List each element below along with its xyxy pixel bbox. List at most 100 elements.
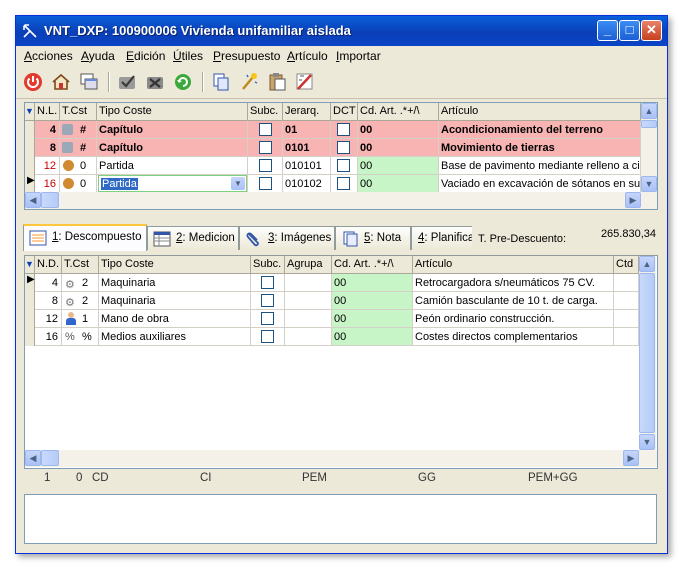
header-nl[interactable]: N.L. [35,103,60,120]
subc-checkbox[interactable] [261,276,274,289]
cell-articulo[interactable]: Base de pavimento mediante relleno a cie… [439,157,641,175]
chapters-grid[interactable]: ▼ N.L. T.Cst Tipo Coste Subc. Jerarq. DC… [24,102,658,210]
header-dct[interactable]: DCT [331,103,358,120]
subc-checkbox[interactable] [261,312,274,325]
cell-articulo[interactable]: Camión basculante de 10 t. de carga. [413,292,614,310]
tab-nota[interactable]: 5: Nota [335,226,411,250]
header-tipo-coste[interactable]: Tipo Coste [97,103,248,120]
menu-acciones[interactable]: Acciones [24,49,73,63]
refresh-icon[interactable] [172,71,194,93]
cell-articulo[interactable]: Acondicionamiento del terreno [439,121,641,139]
scroll-right-icon[interactable]: ▶ [625,192,641,208]
table-row[interactable]: 12 1 Mano de obra 00 Peón ordinario cons… [25,310,639,328]
subc-checkbox[interactable] [259,141,272,154]
menu-articulo[interactable]: Artículo [287,49,328,63]
subc-checkbox[interactable] [259,159,272,172]
cell-articulo[interactable]: Costes directos complementarios [413,328,614,346]
decomposition-grid[interactable]: ▼ N.D. T.Cst Tipo Coste Subc. Agrupa Cd.… [24,255,658,469]
header-cd-art[interactable]: Cd. Art. .*+/\ [358,103,439,120]
scroll-left-icon[interactable]: ◀ [25,450,41,466]
cell-tipo-coste[interactable]: Capítulo [97,121,248,139]
cell-tipo-coste[interactable]: Mano de obra [99,310,251,328]
header-articulo[interactable]: Artículo [439,103,641,120]
menu-utiles[interactable]: Útiles [173,49,203,63]
cell-tipo-coste[interactable]: Medios auxiliares [99,328,251,346]
cell-cd-art[interactable]: 00 [358,121,439,139]
cell-tipo-coste[interactable]: Maquinaria [99,292,251,310]
paste-icon[interactable] [266,71,288,93]
cell-cd-art[interactable]: 00 [358,139,439,157]
cell-articulo[interactable]: Movimiento de tierras [439,139,641,157]
dct-checkbox[interactable] [337,123,350,136]
close-button[interactable]: ✕ [641,20,662,41]
cell-cd-art[interactable]: 00 [358,157,439,175]
tab-planifica[interactable]: 4: Planifica [411,226,475,250]
tab-descompuesto[interactable]: 1: Descompuesto [23,224,147,251]
approve-icon[interactable] [116,71,138,93]
dct-checkbox[interactable] [337,141,350,154]
cell-tipo-coste[interactable]: Capítulo [97,139,248,157]
tab-imagenes[interactable]: 3: Imágenes [239,226,335,250]
minimize-button[interactable]: _ [597,20,618,41]
sort-arrow-icon[interactable]: ▼ [25,103,35,120]
cell-tipo-coste[interactable]: Maquinaria [99,274,251,292]
subc-checkbox[interactable] [261,330,274,343]
cell-cd-art[interactable]: 00 [332,310,413,328]
header-subc[interactable]: Subc. [248,103,283,120]
header-jerarq[interactable]: Jerarq. [283,103,331,120]
notes-area[interactable] [24,494,657,544]
vertical-scrollbar[interactable]: ▲ ▼ [639,256,656,450]
subc-checkbox[interactable] [261,294,274,307]
header-subc[interactable]: Subc. [251,256,285,273]
dct-checkbox[interactable] [337,177,350,190]
scroll-left-icon[interactable]: ◀ [25,192,41,208]
menu-presupuesto[interactable]: Presupuesto [213,49,280,63]
cell-ctd[interactable] [614,328,639,346]
horizontal-scrollbar[interactable]: ◀ ▶ [25,450,657,467]
copy-icon[interactable] [210,71,232,93]
cell-agrupa[interactable] [285,274,332,292]
table-row[interactable]: 8 ⚙ 2 Maquinaria 00 Camión basculante de… [25,292,639,310]
scroll-down-icon[interactable]: ▼ [641,176,657,192]
cell-agrupa[interactable] [285,292,332,310]
header-tipo-coste[interactable]: Tipo Coste [99,256,251,273]
header-agrupa[interactable]: Agrupa [285,256,332,273]
wand-icon[interactable] [238,71,260,93]
header-tcst[interactable]: T.Cst [60,103,97,120]
cell-cd-art[interactable]: 00 [358,175,439,193]
header-nd[interactable]: N.D. [35,256,62,273]
scroll-right-icon[interactable]: ▶ [623,450,639,466]
cell-articulo[interactable]: Retrocargadora s/neumáticos 75 CV. [413,274,614,292]
table-row[interactable]: 8 # Capítulo 0101 00 Movimiento de tierr… [25,139,641,157]
horizontal-scrollbar[interactable]: ◀ ▶ [25,192,657,209]
header-tcst[interactable]: T.Cst [62,256,99,273]
menu-edicion[interactable]: Edición [126,49,165,63]
table-row[interactable]: 4 # Capítulo 01 00 Acondicionamiento del… [25,121,641,139]
dct-checkbox[interactable] [337,159,350,172]
tipo-coste-dropdown[interactable]: Partida ▼ [97,175,248,193]
cell-ctd[interactable] [614,310,639,328]
cell-cd-art[interactable]: 00 [332,328,413,346]
cell-tipo-coste[interactable]: Partida [97,157,248,175]
scroll-up-icon[interactable]: ▲ [641,103,657,119]
menu-ayuda[interactable]: Ayuda [81,49,115,63]
cell-agrupa[interactable] [285,310,332,328]
subc-checkbox[interactable] [259,177,272,190]
scroll-thumb[interactable] [639,273,655,433]
pencil-ruler-icon[interactable] [294,71,316,93]
scroll-down-icon[interactable]: ▼ [639,434,655,450]
scroll-up-icon[interactable]: ▲ [639,256,655,272]
header-articulo[interactable]: Artículo [413,256,614,273]
cell-cd-art[interactable]: 00 [332,292,413,310]
scroll-thumb[interactable] [41,450,59,466]
menu-importar[interactable]: Importar [336,49,381,63]
cell-articulo[interactable]: Peón ordinario construcción. [413,310,614,328]
scroll-thumb[interactable] [641,120,657,128]
tab-medicion[interactable]: 2: Medicion [147,226,239,250]
subc-checkbox[interactable] [259,123,272,136]
sort-arrow-icon[interactable]: ▼ [25,256,35,273]
windows-icon[interactable] [78,71,100,93]
home-icon[interactable] [50,71,72,93]
cell-articulo[interactable]: Vaciado en excavación de sótanos en suel… [439,175,641,193]
maximize-button[interactable]: □ [619,20,640,41]
